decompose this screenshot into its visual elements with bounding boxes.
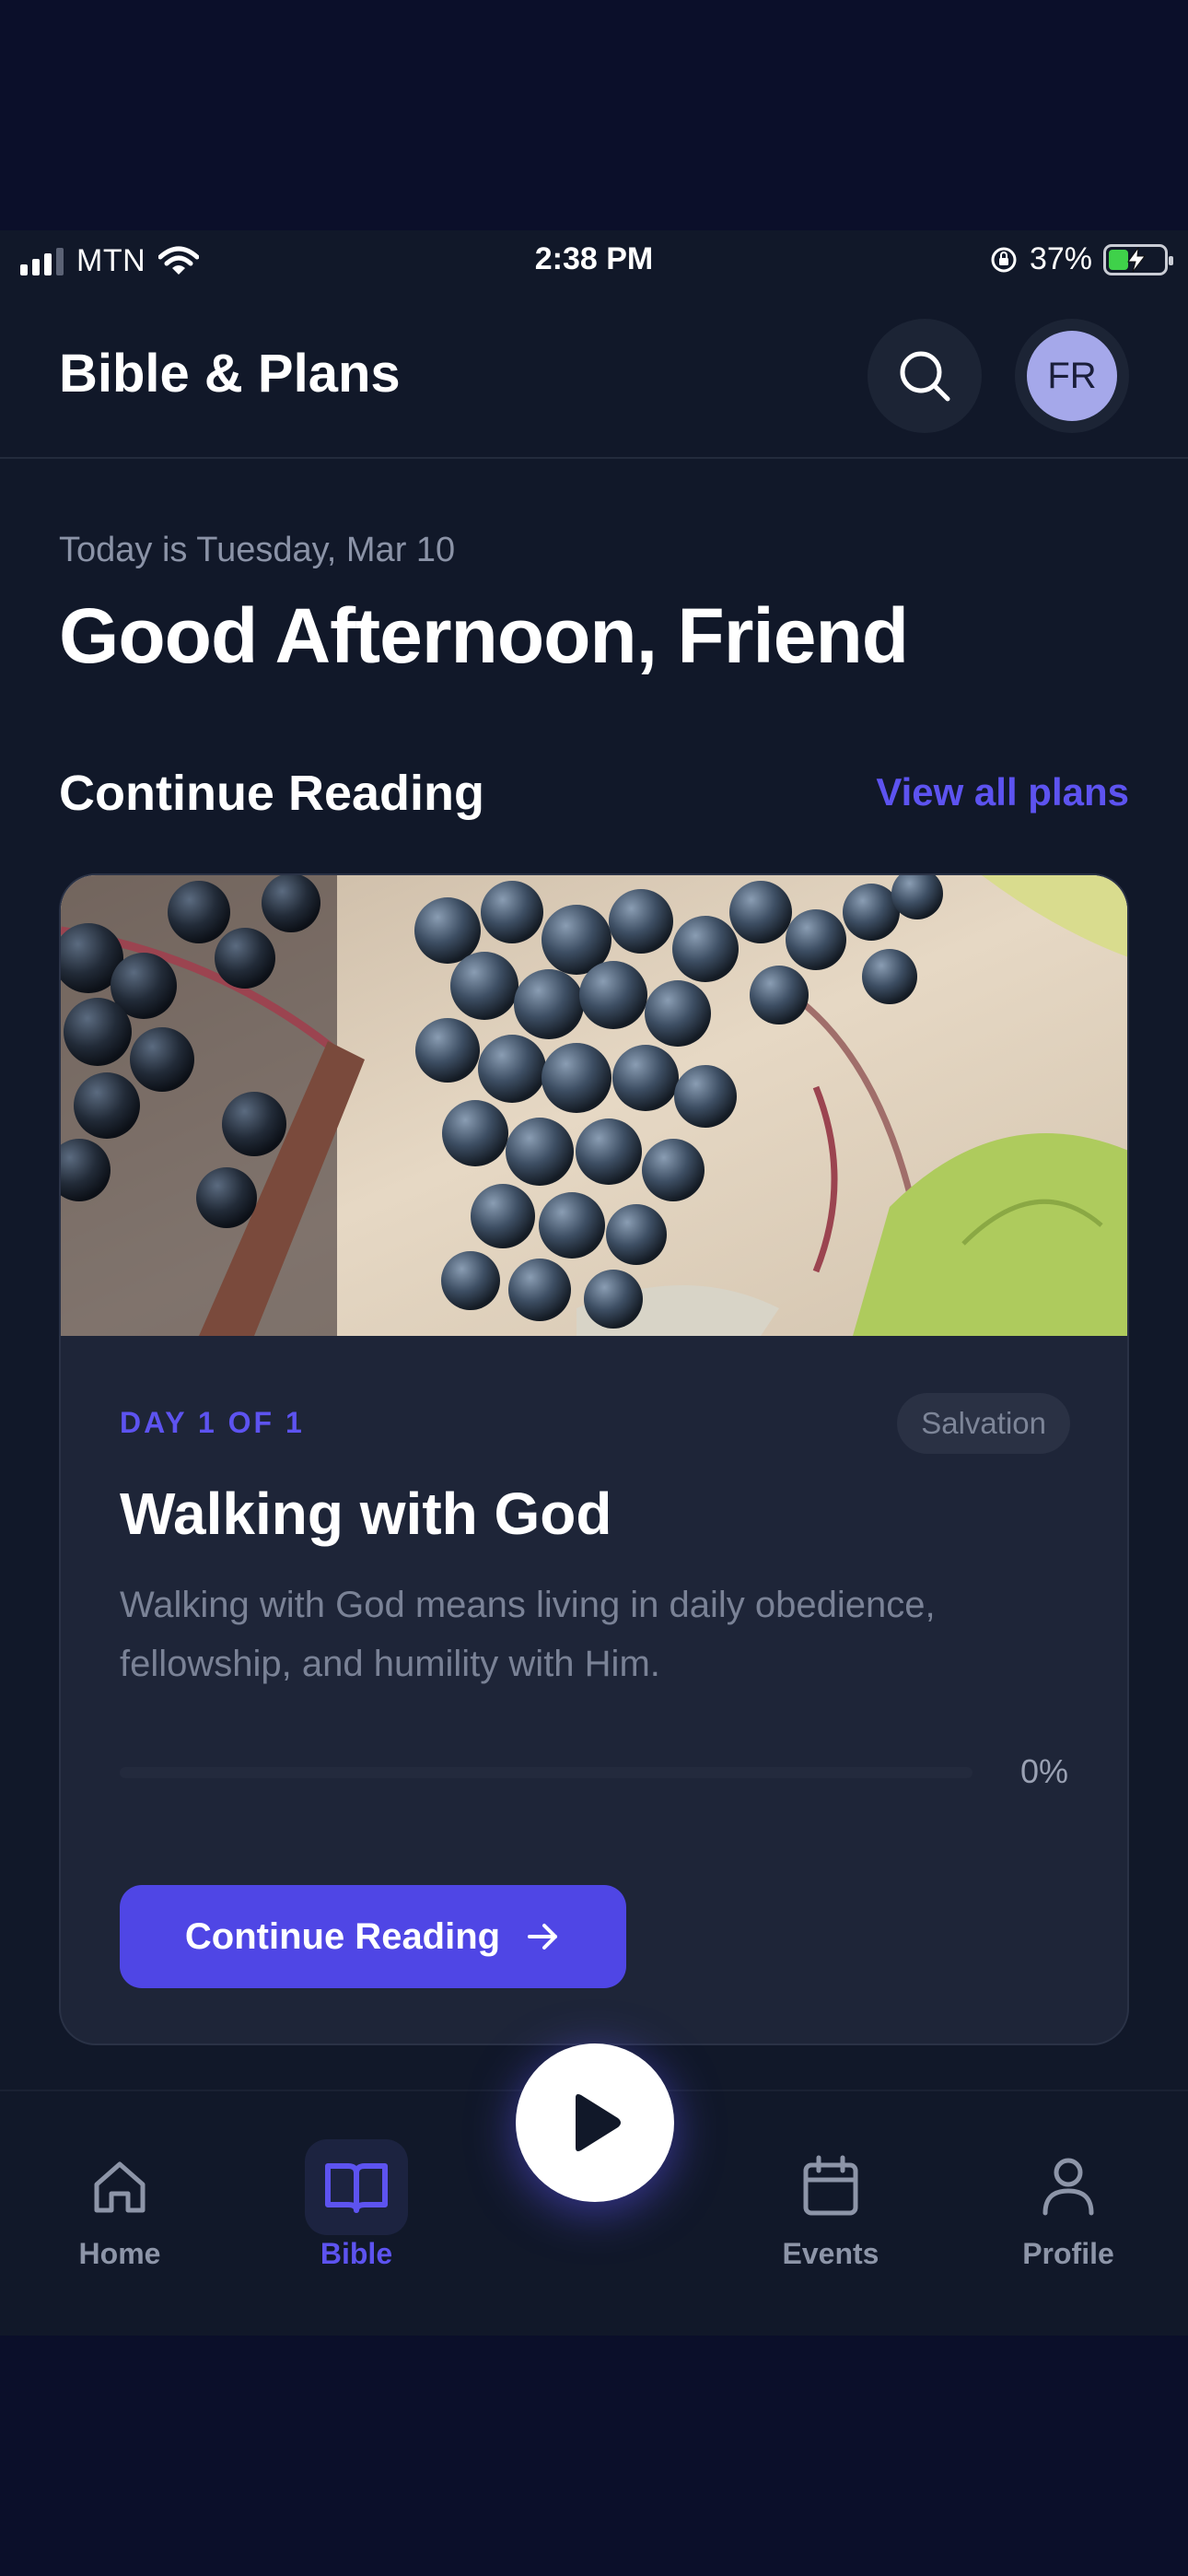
continue-reading-button[interactable]: Continue Reading (120, 1885, 626, 1988)
plan-day-label: DAY 1 OF 1 (120, 1406, 305, 1439)
battery-percent: 37% (1029, 241, 1092, 276)
book-icon (325, 2163, 388, 2213)
nav-item-profile[interactable]: Profile (995, 2139, 1142, 2271)
greeting-heading: Good Afternoon, Friend (59, 592, 909, 679)
page-title: Bible & Plans (59, 344, 401, 404)
search-icon (900, 351, 950, 402)
user-icon (1042, 2158, 1094, 2216)
plan-description: Walking with God means living in daily o… (120, 1585, 936, 1684)
calendar-icon (803, 2155, 858, 2216)
nav-label-home: Home (78, 2237, 161, 2270)
nav-label-bible: Bible (320, 2237, 393, 2270)
bottom-band (0, 2336, 1188, 2576)
app-header: Bible & Plans FR (0, 295, 1188, 459)
plan-title: Walking with God (120, 1481, 612, 1547)
arrow-right-icon (528, 1924, 558, 1950)
play-icon (576, 2094, 621, 2151)
plan-progress-bar (120, 1767, 973, 1778)
date-text: Today is Tuesday, Mar 10 (59, 531, 456, 569)
play-audio-button[interactable] (516, 2043, 674, 2202)
orientation-lock-icon (991, 247, 1017, 272)
top-band (0, 0, 1188, 230)
nav-item-events[interactable]: Events (757, 2139, 904, 2271)
plan-progress-label: 0% (1019, 1752, 1068, 1790)
plan-category-badge: Salvation (897, 1393, 1070, 1454)
search-button[interactable] (868, 319, 982, 433)
plan-cover-image (61, 875, 1127, 1336)
profile-avatar-button[interactable]: FR (1015, 319, 1129, 433)
avatar: FR (1027, 331, 1117, 421)
status-right: 37% (989, 241, 1173, 277)
section-title: Continue Reading (59, 766, 484, 821)
nav-item-bible[interactable]: Bible (283, 2139, 430, 2271)
view-all-plans-link[interactable]: View all plans (876, 770, 1129, 814)
nav-label-events: Events (782, 2237, 879, 2270)
nav-label-profile: Profile (1022, 2237, 1114, 2270)
status-bar: MTN 2:38 PM 37% (0, 230, 1188, 295)
reading-plan-card[interactable]: DAY 1 OF 1 Salvation Walking with God Wa… (59, 873, 1129, 2045)
battery-charging-icon (1103, 243, 1173, 275)
home-icon (94, 2161, 146, 2213)
continue-reading-label: Continue Reading (184, 1915, 501, 1957)
nav-item-home[interactable]: Home (46, 2139, 193, 2271)
